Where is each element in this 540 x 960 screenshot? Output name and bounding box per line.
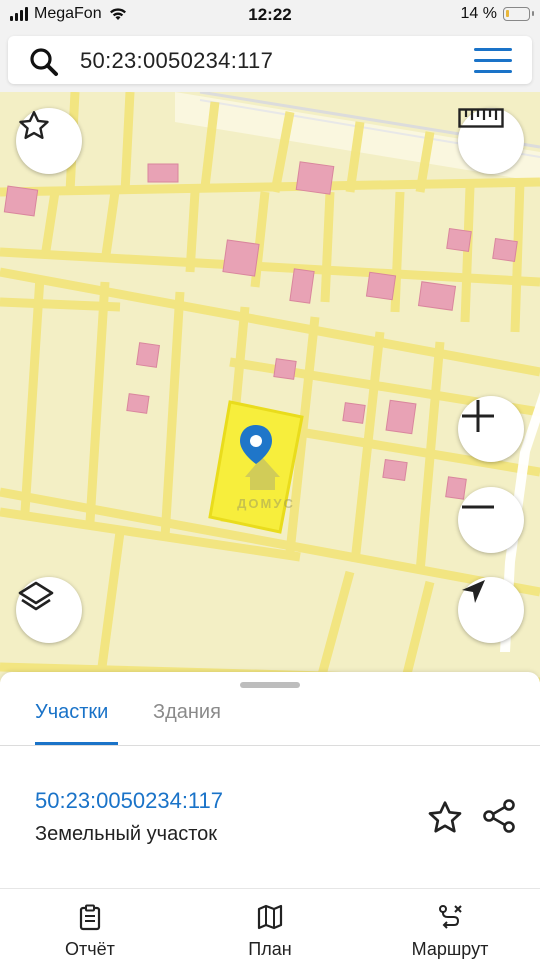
plus-icon bbox=[462, 400, 494, 432]
cadastral-map[interactable]: ДОМУС bbox=[0, 92, 540, 682]
tab-buildings[interactable]: Здания bbox=[153, 701, 221, 724]
share-icon[interactable] bbox=[479, 796, 519, 836]
map-plan-icon bbox=[257, 904, 283, 930]
watermark-label: ДОМУС bbox=[237, 496, 295, 511]
status-right: 14 % bbox=[460, 5, 534, 23]
nav-report[interactable]: Отчёт bbox=[30, 889, 150, 960]
hamburger-menu-icon[interactable] bbox=[474, 48, 512, 74]
battery-percent: 14 % bbox=[460, 5, 497, 22]
status-bar: MegaFon 12:22 14 % bbox=[0, 0, 540, 30]
nav-plan-label: План bbox=[248, 939, 292, 959]
report-icon bbox=[79, 904, 101, 931]
favorite-star-icon[interactable] bbox=[425, 798, 465, 838]
results-sheet: Участки Здания 50:23:0050234:117 Земельн… bbox=[0, 672, 540, 888]
search-header: 50:23:0050234:117 bbox=[0, 30, 540, 92]
layers-icon bbox=[18, 581, 54, 611]
sheet-tabs: Участки Здания bbox=[0, 692, 540, 746]
ruler-button[interactable] bbox=[458, 108, 524, 174]
bottom-navigation: Отчёт План Маршрут bbox=[0, 888, 540, 960]
tab-parcels[interactable]: Участки bbox=[35, 701, 108, 724]
nav-report-label: Отчёт bbox=[65, 939, 115, 959]
sheet-drag-handle[interactable] bbox=[240, 682, 300, 688]
navigation-arrow-icon bbox=[462, 580, 485, 603]
minus-icon bbox=[462, 505, 494, 509]
result-type: Земельный участок bbox=[35, 823, 218, 845]
battery-icon bbox=[503, 7, 534, 21]
nav-route[interactable]: Маршрут bbox=[390, 889, 510, 960]
search-bar[interactable]: 50:23:0050234:117 bbox=[8, 36, 532, 84]
nav-route-label: Маршрут bbox=[411, 939, 489, 959]
search-input[interactable]: 50:23:0050234:117 bbox=[80, 48, 273, 74]
zoom-in-button[interactable] bbox=[458, 396, 524, 462]
app-screen: MegaFon 12:22 14 % 50:23:0050234:117 ДОМ… bbox=[0, 0, 540, 960]
star-icon bbox=[19, 111, 49, 140]
route-icon bbox=[439, 905, 462, 929]
clock: 12:22 bbox=[248, 5, 292, 24]
search-icon[interactable] bbox=[28, 46, 60, 78]
favorite-map-button[interactable] bbox=[16, 108, 82, 174]
active-tab-indicator bbox=[35, 742, 118, 745]
nav-plan[interactable]: План bbox=[210, 889, 330, 960]
result-cadastral-number[interactable]: 50:23:0050234:117 bbox=[35, 788, 223, 814]
layers-button[interactable] bbox=[16, 577, 82, 643]
zoom-out-button[interactable] bbox=[458, 487, 524, 553]
my-location-button[interactable] bbox=[458, 577, 524, 643]
ruler-icon bbox=[458, 108, 504, 128]
